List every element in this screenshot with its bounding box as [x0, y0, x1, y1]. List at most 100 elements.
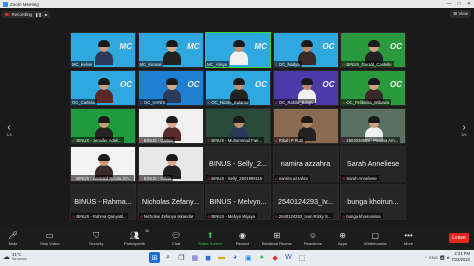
- edge-browser-icon[interactable]: ◕: [229, 252, 240, 263]
- security-button[interactable]: ⛉ Security: [89, 231, 103, 246]
- participant-name-text: BINUS - Leonard Nicola Jim...: [76, 175, 133, 181]
- participant-tile[interactable]: namira azzahra ⊘ namira azzahra: [272, 146, 339, 182]
- participant-name-text: OC_Felibelita_Wibawa: [346, 99, 389, 105]
- whiteboards-button[interactable]: ▢ Whiteboards: [364, 231, 386, 246]
- participant-tile[interactable]: Sarah Anneliese ⊘ Sarah Anneliese: [340, 146, 406, 182]
- record-button[interactable]: ◉ Record: [236, 231, 249, 246]
- view-button[interactable]: ⊞ View: [450, 10, 471, 18]
- participant-name-label: ⊘ Sarah Anneliese: [341, 175, 379, 181]
- participant-name-text: 2502028583 - Paulina Am...: [346, 137, 399, 143]
- participant-name-text: Rikah P Putri: [278, 137, 304, 143]
- file-explorer-icon[interactable]: ▬: [216, 252, 227, 263]
- mute-button[interactable]: 🎤︎ Mute: [8, 231, 18, 246]
- stop-video-button[interactable]: ▭ Stop Video: [40, 231, 60, 246]
- taskbar-clock[interactable]: 2:31 PM 7/22/2022: [451, 251, 470, 263]
- record-icon: ◉: [238, 231, 246, 240]
- next-page-button[interactable]: › 3/4: [459, 122, 469, 137]
- participant-name-label: ⊘ OC_HANIS: [138, 99, 168, 105]
- participant-tile[interactable]: MC MC_Alisya: [205, 32, 271, 68]
- participant-video-figure: [230, 78, 248, 103]
- maximize-button[interactable]: □: [454, 0, 464, 8]
- share-arrow-icon: ⬆: [206, 231, 214, 240]
- participant-tile[interactable]: OC ⊘ OC_Rahila_Balqis: [272, 70, 339, 106]
- participant-tile[interactable]: OC OC_Carissa: [70, 70, 136, 106]
- participant-name-label: ⊘ OC_Nadya: [273, 61, 302, 67]
- participant-tile[interactable]: ⊘ BINUS - Leonard Nicola Jim...: [70, 146, 136, 182]
- participant-tile[interactable]: OC ⊘ OC_Nicole_Sulamo: [205, 70, 271, 106]
- virtual-background-logo: OC: [322, 80, 335, 89]
- task-view-icon[interactable]: ❐: [176, 252, 187, 263]
- leave-button[interactable]: Leave: [449, 233, 469, 243]
- participant-video-figure: [95, 154, 113, 179]
- muted-microphone-icon: ⊘: [342, 61, 346, 67]
- share-screen-button[interactable]: ⬆ Share Screen: [198, 231, 222, 246]
- participant-tile[interactable]: OC ⊘ BINUS_Gerald_Castello: [340, 32, 406, 68]
- chevron-up-icon[interactable]: ^: [425, 255, 427, 260]
- participant-tile[interactable]: ⊘ BINUS - Jennifer Adeli...: [70, 108, 136, 144]
- participant-tile[interactable]: OC ⊘ OC_Nadya: [272, 32, 339, 68]
- participant-tile[interactable]: bunga khoirun... ⊘ bunga khoirunnisa: [340, 184, 406, 220]
- participant-name-text: OC_Nadya: [278, 61, 300, 67]
- minimize-button[interactable]: —: [444, 0, 454, 8]
- participant-tile[interactable]: ⊘ BINUS - Olivia: [137, 146, 204, 182]
- participant-video-figure: [297, 40, 316, 65]
- mute-label: Mute: [8, 241, 18, 246]
- virtual-background-logo: OC: [390, 42, 402, 51]
- widgets-icon[interactable]: ▦: [189, 252, 200, 263]
- recording-indicator[interactable]: Recording ❚❚ ■: [2, 11, 51, 18]
- participants-count: 36: [145, 229, 149, 233]
- previous-page-button[interactable]: ‹ 1/4: [4, 122, 14, 137]
- speaker-icon[interactable]: 🔊︎: [447, 255, 450, 260]
- participant-tile[interactable]: MC MC_Kiranal: [137, 32, 204, 68]
- stop-recording-icon[interactable]: ■: [45, 12, 47, 17]
- reactions-button[interactable]: ☺ Reactions: [304, 231, 322, 246]
- participant-video-figure: [230, 116, 248, 141]
- participant-tile[interactable]: 2540124293_Iv... ⊘ 2540124293_Ivan Rizky S…: [272, 184, 339, 220]
- participant-tile[interactable]: OC ⊘ OC_HANIS: [137, 70, 204, 106]
- participant-name-label: ⊘ BINUS - Melvyn Wijaya: [206, 213, 257, 219]
- participant-tile[interactable]: BINUS - Melvyn... ⊘ BINUS - Melvyn Wijaya: [205, 184, 271, 220]
- share-screen-label: Share Screen: [198, 241, 223, 246]
- office-app-icon[interactable]: ◆: [270, 252, 281, 263]
- whiteboards-label: Whiteboards: [364, 241, 387, 246]
- participant-tile[interactable]: Nicholas Zefany... ⊘ Nicholas Zefanya Iska…: [137, 184, 204, 220]
- chat-teams-icon[interactable]: ◼: [203, 252, 214, 263]
- zoom-app-icon[interactable]: ▣: [243, 252, 254, 263]
- participant-tile[interactable]: ⊘ BINUS - Muhammad Fari...: [205, 108, 271, 144]
- weather-widget[interactable]: ☁ 31°C Berawan: [3, 252, 27, 262]
- participant-tile[interactable]: BINUS - Selly_2... ⊘ BINUS - Selly_2501988…: [205, 146, 271, 182]
- muted-microphone-icon: ⊘: [342, 99, 346, 105]
- more-button[interactable]: ••• More: [404, 231, 413, 246]
- participant-tile[interactable]: ⊘ 2502028583 - Paulina Am...: [340, 108, 406, 144]
- breakout-rooms-button[interactable]: ⊞ Breakout Rooms: [262, 231, 292, 246]
- participant-name-text: bunga khoirunnisa: [346, 213, 381, 219]
- chat-button[interactable]: 💬︎ Chat: [171, 231, 181, 246]
- participant-tile[interactable]: ⊘ BINUS - Carina: [137, 108, 204, 144]
- participant-name-label: ⊘ 2502028583 - Paulina Am...: [341, 137, 401, 143]
- close-button[interactable]: ✕: [464, 0, 474, 8]
- participant-video-figure: [95, 116, 113, 141]
- participant-tile[interactable]: MC MC_Kelvin: [70, 32, 136, 68]
- participant-name-label: OC_Carissa: [71, 99, 97, 105]
- start-windows-icon[interactable]: ⊞: [149, 252, 161, 263]
- participant-tile[interactable]: OC ⊘ OC_Felibelita_Wibawa: [340, 70, 406, 106]
- participants-label: Participants: [124, 241, 145, 246]
- wifi-icon[interactable]: 📶︎: [440, 255, 445, 260]
- muted-microphone-icon: ⊘: [274, 61, 278, 67]
- apps-button[interactable]: ⊕ Apps: [338, 231, 347, 246]
- pause-recording-icon[interactable]: ❚❚: [35, 12, 42, 17]
- participant-name-label: MC_Kelvin: [71, 61, 95, 67]
- word-app-icon[interactable]: W: [283, 252, 294, 263]
- search-icon[interactable]: ⌕: [163, 252, 174, 263]
- participant-name-label: ⊘ BINUS - Carina: [138, 137, 175, 143]
- language-indicator[interactable]: ENG: [429, 255, 438, 260]
- window-titlebar: Zoom Meeting — □ ✕: [0, 0, 474, 8]
- participants-button[interactable]: 👥︎ Participants: [124, 231, 145, 246]
- participant-name-label: ⊘ BINUS_Gerald_Castello: [341, 61, 394, 67]
- spotify-icon[interactable]: ●: [256, 252, 267, 263]
- participant-tile[interactable]: BINUS - Rahma... ⊘ BINUS - Rahma Qanyatil.…: [70, 184, 136, 220]
- participant-tile[interactable]: ⊘ Rikah P Putri: [272, 108, 339, 144]
- store-app-icon[interactable]: ⬚: [296, 252, 307, 263]
- participant-video-figure: [162, 154, 181, 179]
- participant-name-label: MC_Kiranal: [138, 61, 164, 67]
